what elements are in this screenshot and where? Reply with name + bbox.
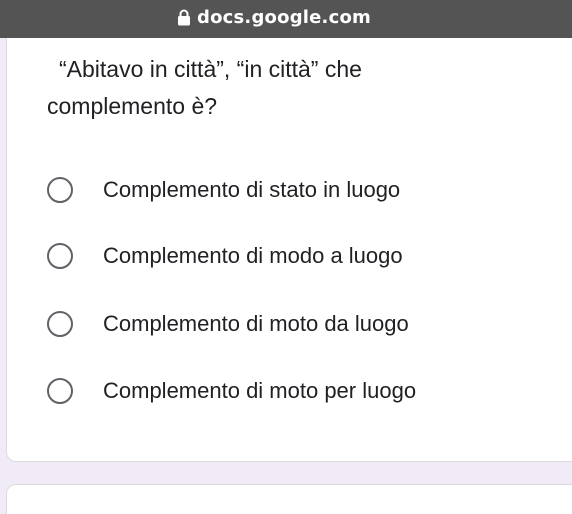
browser-url-bar[interactable]: docs.google.com (0, 0, 572, 38)
option-stato-in-luogo[interactable]: Complemento di stato in luogo (47, 172, 400, 208)
option-moto-da-luogo[interactable]: Complemento di moto da luogo (47, 306, 409, 342)
option-label: Complemento di moto da luogo (103, 311, 409, 336)
option-label: Complemento di stato in luogo (103, 177, 401, 202)
option-label: Complemento di moto per luogo (103, 378, 417, 403)
radio-button[interactable] (47, 243, 73, 269)
url-display[interactable]: docs.google.com (177, 7, 371, 28)
next-question-card (6, 484, 572, 514)
question-card: “Abitavo in città”, “in città” che compl… (6, 38, 572, 462)
radio-button[interactable] (47, 177, 73, 203)
radio-button[interactable] (47, 311, 73, 337)
radio-button[interactable] (47, 378, 73, 404)
option-label: Complemento di modo a luogo (103, 243, 403, 268)
question-title: “Abitavo in città”, “in città” che compl… (47, 56, 362, 119)
option-moto-per-luogo[interactable]: Complemento di moto per luogo (47, 373, 416, 409)
lock-icon (177, 9, 191, 26)
url-text: docs.google.com (197, 6, 371, 28)
option-modo-a-luogo[interactable]: Complemento di modo a luogo (47, 238, 403, 274)
